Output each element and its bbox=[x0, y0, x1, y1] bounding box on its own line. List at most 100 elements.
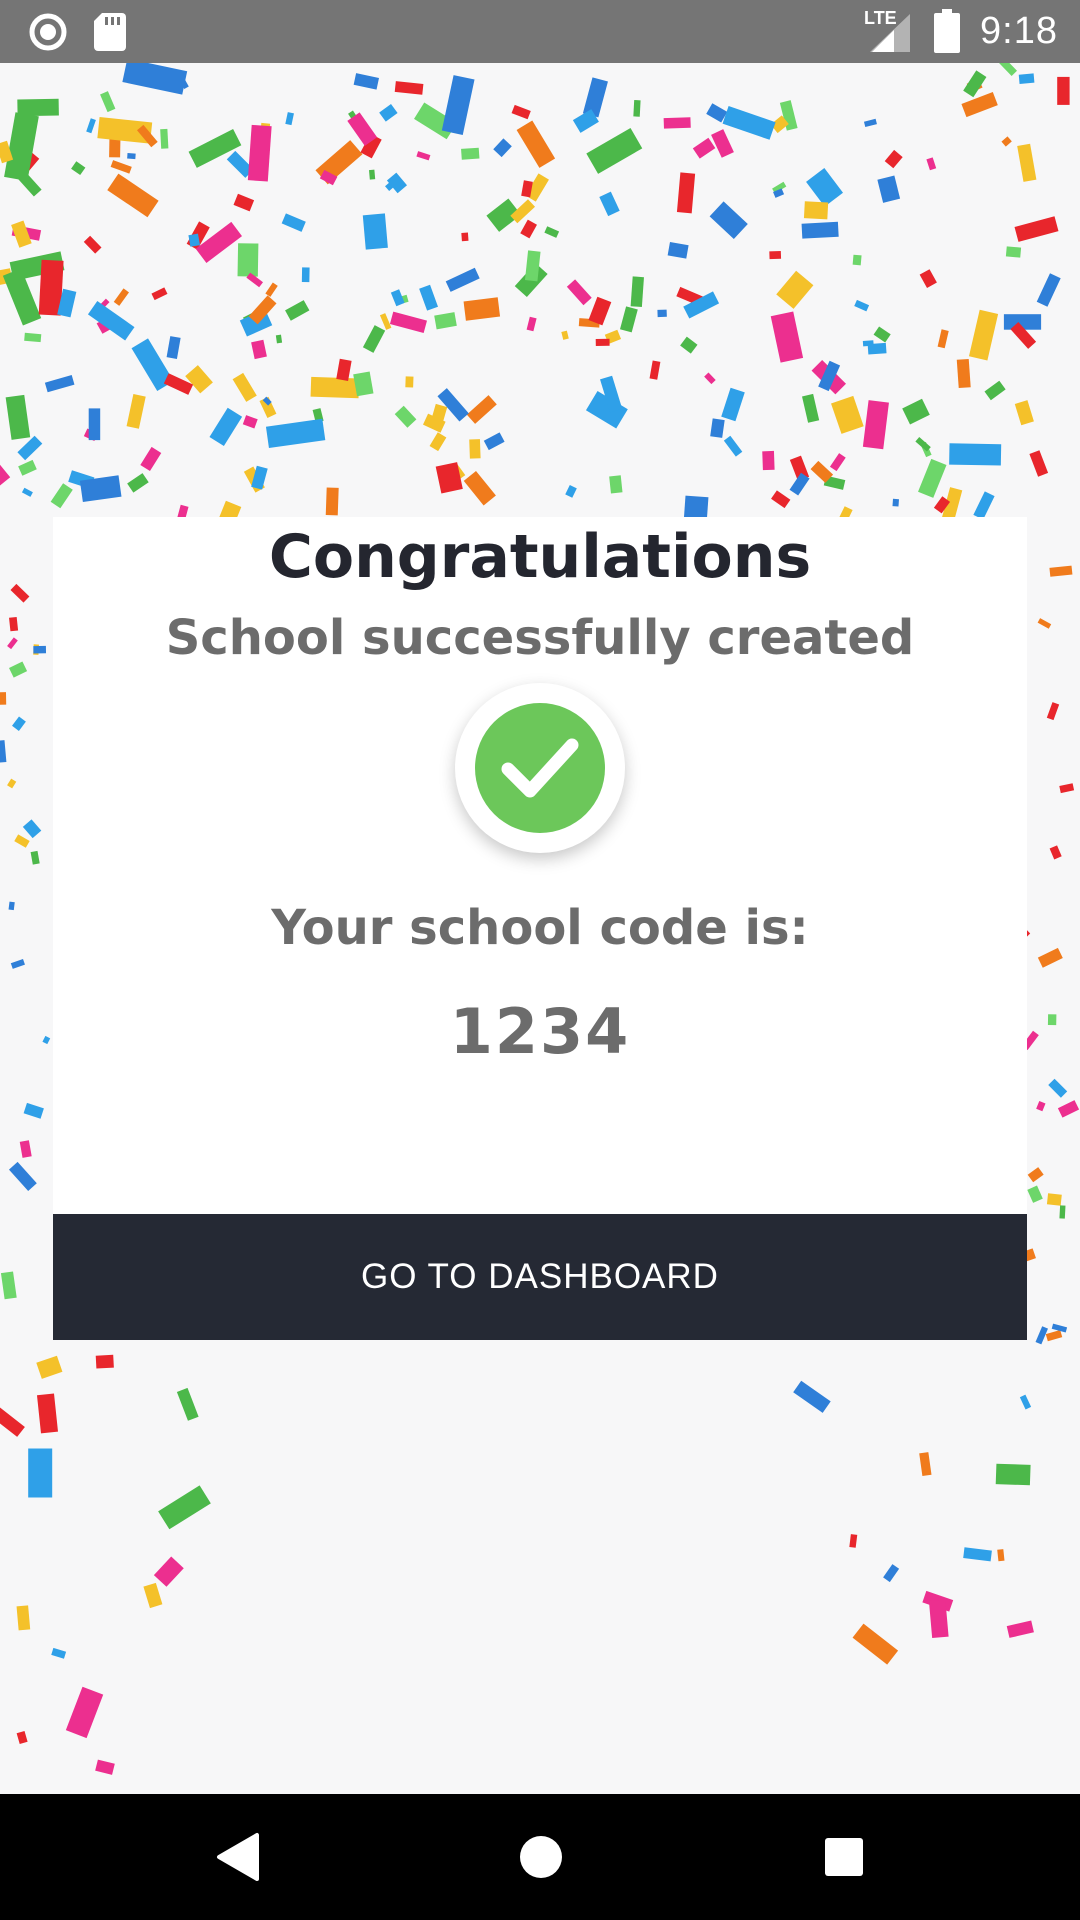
confetti-piece bbox=[968, 309, 999, 361]
confetti-piece bbox=[802, 393, 820, 423]
confetti-piece bbox=[265, 418, 326, 449]
status-bar: LTE 9:18 bbox=[0, 0, 1080, 63]
confetti-piece bbox=[36, 1393, 59, 1434]
confetti-piece bbox=[1036, 273, 1061, 307]
confetti-piece bbox=[1027, 1185, 1043, 1203]
confetti-piece bbox=[849, 1534, 858, 1548]
confetti-piece bbox=[242, 415, 258, 429]
confetti-piece bbox=[247, 124, 272, 182]
confetti-piece bbox=[71, 161, 86, 176]
confetti-piece bbox=[127, 473, 149, 493]
confetti-piece bbox=[14, 834, 30, 848]
confetti-piece bbox=[463, 297, 501, 321]
confetti-piece bbox=[16, 1731, 28, 1745]
confetti-piece bbox=[176, 1387, 199, 1421]
home-icon[interactable] bbox=[519, 1832, 563, 1882]
confetti-piece bbox=[336, 358, 352, 381]
confetti-piece bbox=[461, 147, 480, 160]
confetti-piece bbox=[166, 336, 181, 359]
confetti-piece bbox=[919, 1452, 932, 1476]
confetti-piece bbox=[867, 342, 887, 355]
confetti-piece bbox=[188, 233, 201, 247]
confetti-piece bbox=[419, 284, 439, 311]
confetti-piece bbox=[588, 296, 612, 326]
confetti-piece bbox=[1001, 136, 1012, 147]
confetti-piece bbox=[561, 330, 569, 340]
go-to-dashboard-button[interactable]: GO TO DASHBOARD bbox=[53, 1214, 1027, 1340]
confetti-piece bbox=[710, 418, 725, 438]
school-code-label: Your school code is: bbox=[271, 900, 809, 956]
confetti-piece bbox=[44, 374, 75, 393]
confetti-piece bbox=[595, 338, 610, 347]
confetti-piece bbox=[2, 268, 42, 326]
confetti-piece bbox=[769, 250, 782, 260]
confetti-piece bbox=[143, 1582, 163, 1609]
confetti-piece bbox=[434, 312, 457, 330]
confetti-piece bbox=[1059, 1205, 1066, 1219]
confetti-piece bbox=[127, 153, 136, 160]
confetti-piece bbox=[461, 232, 469, 242]
confetti-piece bbox=[7, 778, 17, 789]
confetti-piece bbox=[704, 372, 716, 385]
confetti-piece bbox=[806, 168, 843, 207]
confetti-piece bbox=[110, 160, 132, 174]
confetti-piece bbox=[854, 299, 870, 312]
confetti-piece bbox=[852, 254, 862, 266]
confetti-piece bbox=[649, 360, 661, 380]
confetti-piece bbox=[997, 1549, 1005, 1562]
confetti-piece bbox=[762, 450, 775, 471]
confetti-piece bbox=[209, 407, 243, 446]
confetti-piece bbox=[892, 498, 899, 507]
confetti-piece bbox=[265, 282, 278, 297]
confetti-piece bbox=[1019, 1394, 1032, 1410]
back-icon[interactable] bbox=[215, 1832, 261, 1882]
confetti-piece bbox=[1006, 1620, 1034, 1638]
confetti-piece bbox=[609, 475, 623, 494]
confetti-piece bbox=[582, 77, 608, 118]
confetti-piece bbox=[17, 98, 59, 117]
confetti-piece bbox=[516, 120, 556, 168]
confetti-piece bbox=[1046, 1193, 1062, 1206]
confetti-piece bbox=[565, 485, 577, 498]
battery-icon bbox=[934, 9, 961, 53]
confetti-piece bbox=[862, 400, 889, 450]
status-time: 9:18 bbox=[980, 9, 1058, 52]
confetti-piece bbox=[1005, 246, 1022, 258]
confetti-piece bbox=[493, 138, 512, 158]
confetti-piece bbox=[353, 73, 379, 90]
success-badge bbox=[455, 683, 625, 853]
confetti-piece bbox=[405, 376, 414, 388]
confetti-piece bbox=[1046, 702, 1060, 721]
confetti-piece bbox=[88, 408, 101, 441]
confetti-piece bbox=[884, 149, 903, 169]
confetti-piece bbox=[362, 325, 386, 353]
confetti-piece bbox=[5, 394, 31, 440]
confetti-piece bbox=[23, 1102, 44, 1119]
recents-icon[interactable] bbox=[823, 1832, 865, 1882]
confetti-piece bbox=[680, 336, 698, 354]
confetti-piece bbox=[28, 1448, 53, 1498]
confetti-piece bbox=[285, 112, 294, 126]
confetti-piece bbox=[301, 267, 310, 283]
confetti-piece bbox=[153, 1556, 184, 1587]
page-subtitle: School successfully created bbox=[165, 610, 915, 666]
confetti-piece bbox=[995, 1463, 1031, 1486]
confetti-piece bbox=[87, 301, 135, 341]
confetti-piece bbox=[95, 1759, 115, 1775]
confetti-piece bbox=[956, 358, 971, 389]
confetti-piece bbox=[140, 446, 162, 472]
confetti-piece bbox=[918, 458, 947, 498]
confetti-piece bbox=[113, 288, 130, 306]
confetti-piece bbox=[599, 191, 620, 217]
confetti-piece bbox=[107, 173, 159, 218]
confetti-piece bbox=[770, 311, 804, 363]
confetti-piece bbox=[122, 63, 188, 95]
confetti-piece bbox=[466, 395, 497, 424]
page-title: Congratulations bbox=[268, 522, 812, 592]
confetti-piece bbox=[379, 313, 392, 330]
confetti-piece bbox=[711, 129, 734, 158]
record-icon bbox=[29, 13, 67, 51]
confetti-piece bbox=[526, 316, 537, 332]
confetti-piece bbox=[709, 201, 748, 239]
confetti-piece bbox=[1029, 450, 1049, 477]
